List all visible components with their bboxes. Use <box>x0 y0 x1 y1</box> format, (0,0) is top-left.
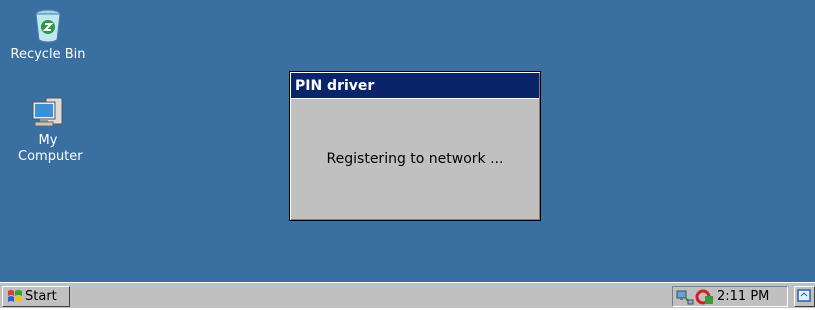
show-desktop-icon <box>797 289 811 302</box>
desktop-icon-recycle-bin[interactable]: Recycle Bin <box>2 8 94 63</box>
desktop-icon-my-computer[interactable]: My Computer <box>2 96 94 165</box>
dialog-message: Registering to network ... <box>326 151 504 167</box>
windows-flag-icon <box>8 290 22 302</box>
pin-driver-dialog: PIN driver Registering to network ... <box>289 71 541 221</box>
dialog-title[interactable]: PIN driver <box>291 73 539 99</box>
desktop: Recycle Bin My Computer PIN driver Regis… <box>0 0 815 282</box>
clock[interactable]: 2:11 PM <box>717 288 769 306</box>
network-icon[interactable] <box>676 289 694 305</box>
pin-driver-icon[interactable] <box>695 288 715 306</box>
show-desktop-button[interactable] <box>794 286 815 307</box>
start-button[interactable]: Start <box>2 286 70 307</box>
my-computer-icon <box>32 97 63 127</box>
system-tray: 2:11 PM <box>672 286 788 307</box>
my-computer-label: My Computer <box>18 133 83 164</box>
recycle-bin-label: Recycle Bin <box>10 47 86 62</box>
taskbar: Start 2:11 PM <box>0 282 815 308</box>
start-label: Start <box>25 289 57 304</box>
recycle-bin-icon <box>35 9 61 43</box>
